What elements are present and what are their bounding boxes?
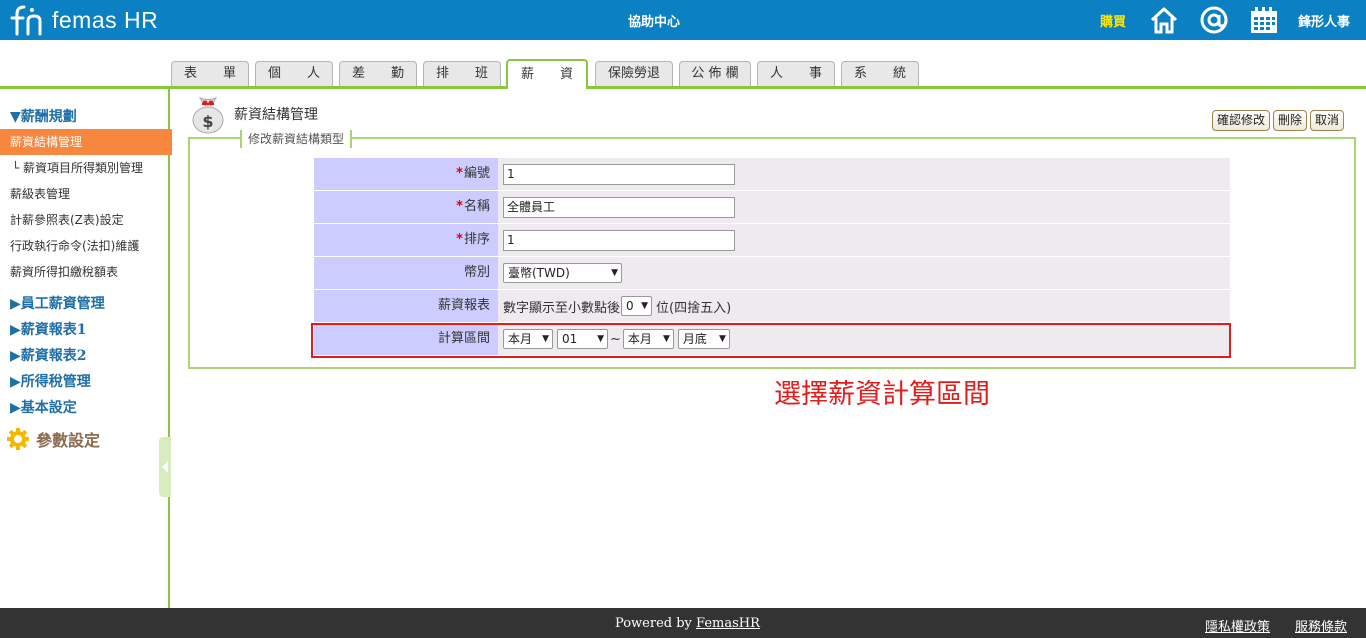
tab-salary[interactable]: 薪 資 — [506, 59, 588, 89]
form-row-id: *編號 1 — [314, 158, 1230, 191]
tab-personal[interactable]: 個 人 — [255, 61, 333, 86]
period-end-day-select[interactable]: 月底 ▼ — [677, 329, 730, 349]
order-input[interactable]: 1 — [503, 229, 735, 251]
chevron-down-icon: ▼ — [641, 301, 649, 311]
buy-link[interactable]: 購買 — [1100, 11, 1126, 30]
tab-underline — [0, 86, 1366, 89]
sidebar-param-label: 參數設定 — [36, 431, 101, 450]
required-mark: * — [456, 199, 463, 214]
period-separator: ~ — [610, 331, 621, 347]
sidebar-item-z-table[interactable]: 計薪參照表(Z表)設定 — [0, 207, 170, 233]
tab-forms[interactable]: 表 單 — [171, 61, 249, 86]
tab-scheduling[interactable]: 排 班 — [423, 61, 501, 86]
form-row-currency: 幣別 臺幣(TWD) ▼ — [314, 257, 1230, 290]
name-input[interactable]: 全體員工 — [503, 196, 735, 218]
chevron-down-icon: ▼ — [542, 334, 549, 344]
sidebar-section-income-tax[interactable]: ▶所得稅管理 — [10, 371, 91, 391]
period-start-day-select[interactable]: 01 ▼ — [557, 329, 608, 349]
sidebar-item-garnishment[interactable]: 行政執行命令(法扣)維護 — [0, 233, 170, 259]
calendar-icon[interactable] — [1249, 5, 1279, 35]
period-end-month-select[interactable]: 本月 ▼ — [622, 329, 674, 349]
id-input[interactable]: 1 — [503, 163, 735, 185]
delete-button[interactable]: 刪除 — [1272, 110, 1307, 131]
report-suffix: 位(四捨五入) — [656, 300, 732, 316]
page-title: 薪資結構管理 — [234, 107, 318, 123]
annotation-text: 選擇薪資計算區間 — [774, 379, 990, 410]
help-center-link[interactable]: 協助中心 — [628, 11, 680, 30]
sidebar-item-salary-structure[interactable]: 薪資結構管理 — [0, 129, 172, 155]
sidebar-param-settings[interactable]: 參數設定 — [6, 427, 100, 451]
top-header: femas HR 協助中心 購買 鋒形人事 — [0, 0, 1366, 40]
chevron-down-icon: ▼ — [597, 334, 604, 344]
money-bag-icon: $ — [192, 97, 224, 134]
company-name: 鋒形人事 — [1298, 15, 1351, 30]
tab-hr[interactable]: 人 事 — [757, 61, 835, 86]
report-prefix: 數字顯示至小數點後 — [503, 300, 621, 316]
required-mark: * — [456, 232, 463, 247]
sidebar-section-salary-planning[interactable]: ▼薪酬規劃 — [10, 106, 77, 126]
confirm-edit-button[interactable]: 確認修改 — [1211, 110, 1270, 131]
sidebar: ▼薪酬規劃 薪資結構管理 └ 薪資項目所得類別管理 薪級表管理 計薪參照表(Z表… — [0, 89, 172, 608]
sidebar-section-basic-settings[interactable]: ▶基本設定 — [10, 397, 77, 417]
sidebar-item-income-category[interactable]: └ 薪資項目所得類別管理 — [0, 155, 170, 181]
page-header: $ 薪資結構管理 — [190, 94, 318, 134]
salary-structure-form: *編號 1 *名稱 全體員工 *排序 1 幣別 臺幣(TWD) ▼ 薪資報表 數字… — [314, 158, 1230, 356]
report-label: 薪資報表 — [314, 290, 498, 322]
period-start-month-select[interactable]: 本月 ▼ — [503, 329, 553, 349]
femashr-link[interactable]: FemasHR — [696, 616, 760, 631]
chevron-down-icon: ▼ — [662, 334, 670, 344]
tab-insurance[interactable]: 保險勞退 — [595, 61, 673, 86]
home-icon[interactable] — [1149, 5, 1179, 35]
sidebar-item-grade-table[interactable]: 薪級表管理 — [0, 181, 170, 207]
tab-attendance[interactable]: 差 勤 — [339, 61, 417, 86]
id-label: 編號 — [463, 166, 490, 181]
form-row-report: 薪資報表 數字顯示至小數點後 0 ▼ 位(四捨五入) — [314, 290, 1230, 323]
chevron-down-icon: ▼ — [611, 268, 618, 278]
currency-select[interactable]: 臺幣(TWD) ▼ — [503, 263, 622, 283]
period-label: 計算區間 — [314, 323, 498, 355]
tab-system[interactable]: 系 統 — [841, 61, 919, 86]
privacy-policy-link[interactable]: 隱私權政策 — [1205, 616, 1270, 635]
sidebar-collapse-handle[interactable] — [159, 437, 171, 497]
currency-label: 幣別 — [314, 257, 498, 289]
required-mark: * — [456, 166, 463, 181]
order-label: 排序 — [463, 232, 490, 247]
chevron-down-icon: ▼ — [718, 334, 726, 344]
logo-text: femas HR — [52, 6, 159, 33]
gear-icon — [7, 428, 29, 450]
fieldset-legend: 修改薪資結構類型 — [240, 130, 353, 148]
at-icon[interactable] — [1199, 5, 1229, 35]
sidebar-section-report1[interactable]: ▶薪資報表1 — [10, 319, 87, 339]
action-buttons: 確認修改 刪除 取消 — [1211, 110, 1344, 131]
femas-logo-icon — [10, 5, 42, 36]
sidebar-item-withholding-table[interactable]: 薪資所得扣繳稅額表 — [0, 259, 170, 285]
decimal-select[interactable]: 0 ▼ — [621, 296, 653, 316]
name-label: 名稱 — [463, 199, 490, 214]
footer: Powered by FemasHR 隱私權政策 服務條款 — [0, 608, 1366, 638]
form-row-order: *排序 1 — [314, 224, 1230, 257]
powered-by: Powered by FemasHR — [615, 616, 760, 631]
cancel-button[interactable]: 取消 — [1309, 110, 1344, 131]
form-row-name: *名稱 全體員工 — [314, 191, 1230, 224]
sidebar-section-report2[interactable]: ▶薪資報表2 — [10, 345, 87, 365]
sidebar-section-employee-salary[interactable]: ▶員工薪資管理 — [10, 293, 105, 313]
terms-link[interactable]: 服務條款 — [1295, 616, 1347, 635]
form-row-period: 計算區間 本月 ▼ 01 ▼ ~ 本月 ▼ 月底 ▼ — [314, 323, 1230, 356]
femas-logo[interactable]: femas HR — [8, 4, 158, 36]
tab-bulletin[interactable]: 公 佈 欄 — [679, 61, 751, 86]
svg-text:$: $ — [202, 112, 213, 131]
